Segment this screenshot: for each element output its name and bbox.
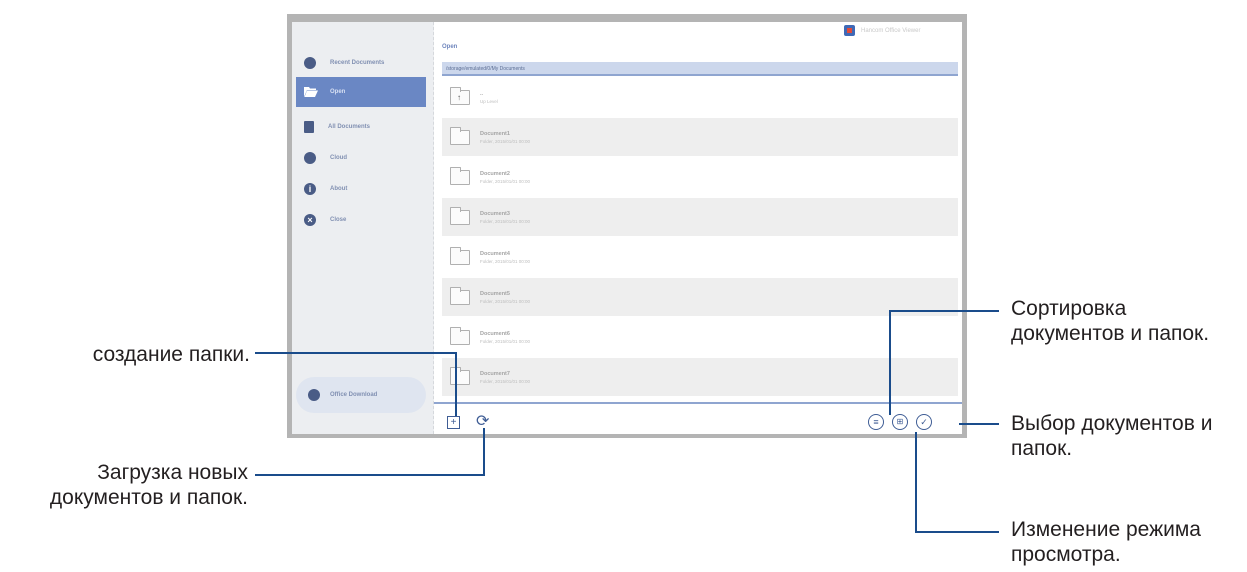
up-level-name: .. (480, 90, 484, 97)
up-level-sub: Up Level (480, 98, 498, 104)
view-mode-icon[interactable]: ⊞ (892, 414, 908, 430)
callout-refresh: Загрузка новых документов и папок. (50, 460, 248, 510)
list-item[interactable]: Document2 Folder, 2015/01/01 00:00 (442, 158, 958, 196)
item-sub: Folder, 2015/01/01 00:00 (480, 298, 531, 304)
sidebar-item-cloud[interactable]: Cloud (296, 143, 426, 173)
callout-line-view-vertical (915, 432, 917, 532)
list-item[interactable]: Document3 Folder, 2015/01/01 00:00 (442, 198, 958, 236)
callout-text: Сортировка (1011, 297, 1127, 320)
sidebar-item-label: About (330, 186, 348, 192)
callout-line-select (959, 423, 999, 425)
sidebar-item-label: Cloud (330, 155, 347, 161)
cloud-icon (304, 152, 316, 164)
info-icon: i (304, 183, 316, 195)
document-icon (304, 121, 314, 133)
list-item[interactable]: Document7 Folder, 2015/01/01 00:00 (442, 358, 958, 396)
item-sub: Folder, 2015/01/01 00:00 (480, 218, 531, 224)
new-folder-icon[interactable]: + (447, 416, 460, 429)
up-level-row[interactable]: ↑ .. Up Level (442, 80, 958, 114)
item-sub: Folder, 2015/01/01 00:00 (480, 378, 531, 384)
sidebar-item-label: All Documents (328, 124, 371, 130)
item-name: Document7 (480, 370, 510, 377)
app-screen: Recent Documents Open All Documents Clou… (292, 22, 962, 434)
callout-line-sort-vertical (889, 310, 891, 415)
folder-open-icon (304, 86, 318, 98)
item-sub: Folder, 2015/01/01 00:00 (480, 138, 531, 144)
callout-line-refresh-vertical (483, 428, 485, 475)
folder-icon (450, 286, 470, 305)
callout-text: Загрузка новых (97, 461, 248, 484)
callout-line-view (915, 531, 999, 533)
item-sub: Folder, 2015/01/01 00:00 (480, 338, 531, 344)
callout-sort: Сортировка документов и папок. (1011, 296, 1209, 346)
sidebar-item-label: Open (330, 89, 346, 95)
item-sub: Folder, 2015/01/01 00:00 (480, 178, 531, 184)
folder-icon (450, 366, 470, 385)
breadcrumb: /storage/emulated/0/My Documents (442, 62, 958, 76)
sidebar-item-all-documents[interactable]: All Documents (296, 112, 426, 142)
callout-line-new-folder (255, 352, 456, 354)
item-name: Document5 (480, 290, 510, 297)
folder-icon (450, 246, 470, 265)
item-name: Document6 (480, 330, 510, 337)
list-item[interactable]: Document6 Folder, 2015/01/01 00:00 (442, 318, 958, 356)
callout-text: Выбор документов и (1011, 412, 1213, 435)
sidebar-item-open[interactable]: Open (296, 77, 426, 107)
sidebar-item-label: Recent Documents (330, 60, 385, 66)
clock-icon (304, 57, 316, 69)
toolbar-divider (434, 402, 962, 404)
folder-up-icon: ↑ (450, 86, 470, 105)
item-name: Document2 (480, 170, 510, 177)
callout-line-refresh (255, 474, 485, 476)
page-title: Open (442, 44, 458, 50)
app-brand: Hancom Office Viewer (844, 25, 920, 36)
callout-text: документов и папок. (49, 486, 248, 509)
item-name: Document4 (480, 250, 510, 257)
callout-text: просмотра. (1011, 543, 1121, 566)
hancom-logo-icon (844, 25, 855, 36)
callout-line-sort (889, 310, 999, 312)
sort-icon[interactable]: ≡ (868, 414, 884, 430)
brand-name: Hancom Office Viewer (861, 27, 921, 34)
callout-text: папок. (1011, 437, 1073, 460)
callout-text: создание папки. (92, 343, 250, 366)
select-check-icon[interactable]: ✓ (916, 414, 932, 430)
folder-icon (450, 326, 470, 345)
folder-icon (450, 126, 470, 145)
office-download-label: Office Download (330, 392, 378, 398)
callout-text: Изменение режима (1011, 518, 1201, 541)
download-icon (308, 389, 320, 401)
callout-new-folder: создание папки. (93, 342, 250, 367)
item-sub: Folder, 2015/01/01 00:00 (480, 258, 531, 264)
list-item[interactable]: Document4 Folder, 2015/01/01 00:00 (442, 238, 958, 276)
list-item[interactable]: Document1 Folder, 2015/01/01 00:00 (442, 118, 958, 156)
item-name: Document1 (480, 130, 510, 137)
folder-icon (450, 166, 470, 185)
callout-line-new-folder-vertical (455, 352, 457, 416)
callout-text: документов и папок. (1011, 322, 1210, 345)
item-name: Document3 (480, 210, 510, 217)
list-item[interactable]: Document5 Folder, 2015/01/01 00:00 (442, 278, 958, 316)
close-icon: × (304, 214, 316, 226)
callout-select: Выбор документов и папок. (1011, 411, 1212, 461)
sidebar-item-recent-documents[interactable]: Recent Documents (296, 48, 426, 78)
folder-icon (450, 206, 470, 225)
callout-view-mode: Изменение режима просмотра. (1011, 517, 1201, 567)
sidebar-item-close[interactable]: × Close (296, 205, 426, 235)
office-download-button[interactable]: Office Download (296, 377, 426, 413)
sidebar: Recent Documents Open All Documents Clou… (292, 22, 434, 434)
sidebar-item-label: Close (330, 217, 347, 223)
sidebar-item-about[interactable]: i About (296, 174, 426, 204)
